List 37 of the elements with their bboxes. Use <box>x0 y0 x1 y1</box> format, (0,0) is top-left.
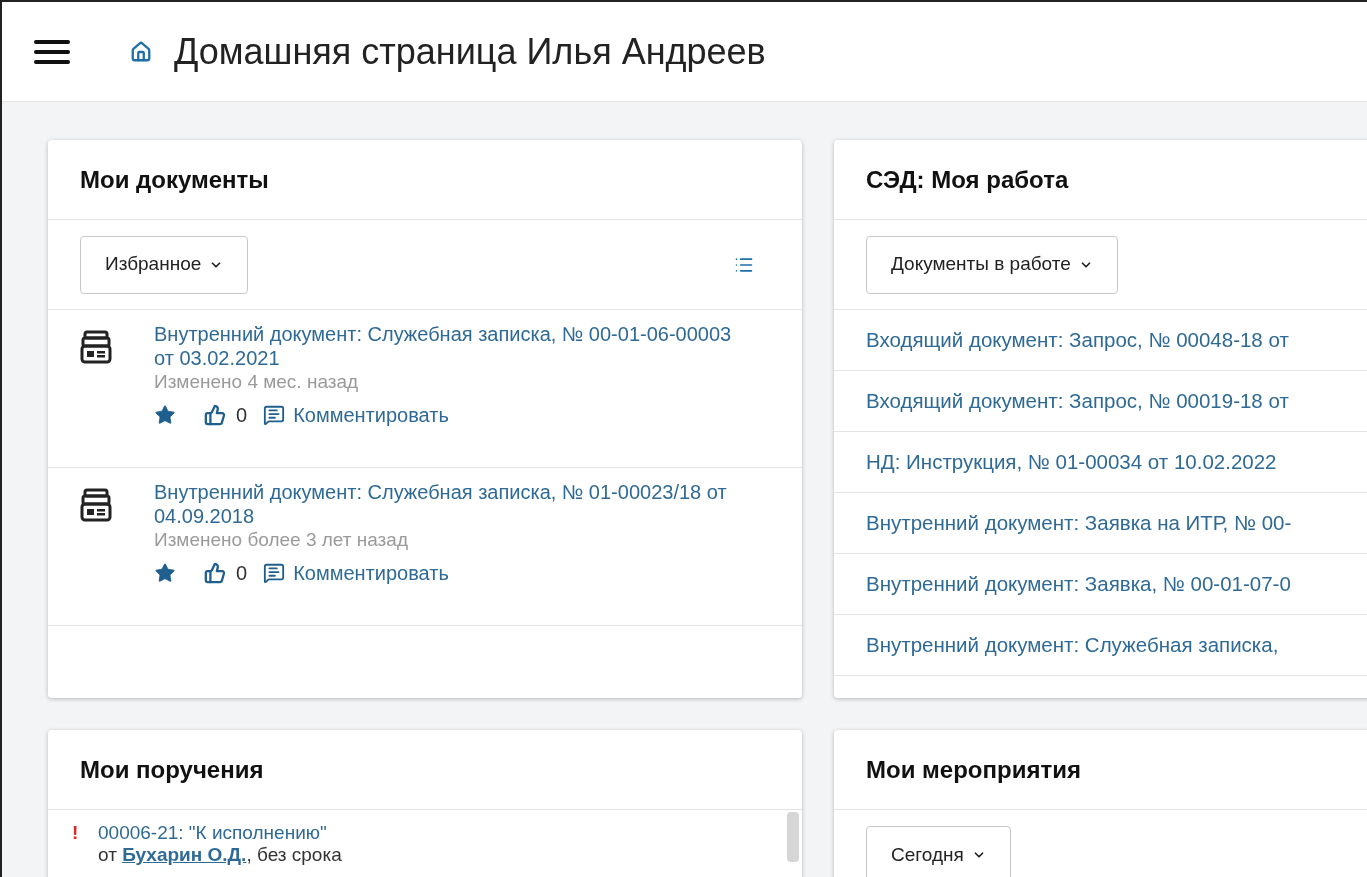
home-icon[interactable] <box>130 40 152 63</box>
document-link[interactable]: Входящий документ: Запрос, № 00048-18 от <box>866 324 1289 356</box>
card-title: Мои мероприятия <box>866 754 1081 785</box>
comment-icon <box>263 404 286 426</box>
menu-icon[interactable] <box>34 39 70 64</box>
card-title: Мои документы <box>80 164 269 195</box>
task-meta: от Бухарин О.Д., без срока <box>98 844 342 866</box>
document-link[interactable]: Внутренний документ: Заявка, № 00-01-07-0 <box>866 568 1291 600</box>
document-link[interactable]: Входящий документ: Запрос, № 00019-18 от <box>866 385 1289 417</box>
like-count: 0 <box>236 403 248 428</box>
document-link[interactable]: Внутренний документ: Заявка на ИТР, № 00- <box>866 507 1292 539</box>
author-link[interactable]: Бухарин О.Д. <box>122 844 247 865</box>
comment-icon <box>263 562 286 584</box>
document-link[interactable]: Внутренний документ: Служебная записка, № 00-01-06-00003 от 03.02.2021 <box>154 322 744 370</box>
like-count: 0 <box>236 561 248 586</box>
document-box-icon <box>80 330 112 364</box>
document-link[interactable]: Внутренний документ: Служебная записка, <box>866 629 1279 661</box>
card-title: Мои поручения <box>80 754 264 785</box>
filter-dropdown[interactable]: Документы в работе <box>866 235 1118 294</box>
modified-date: Изменено более 3 лет назад <box>154 528 409 552</box>
document-box-icon <box>80 488 112 522</box>
like-icon[interactable] <box>204 404 226 426</box>
task-link[interactable]: 00006-21: "К исполнению" <box>98 822 342 844</box>
scrollbar-thumb[interactable] <box>787 812 799 862</box>
page-title: Домашняя страница Илья Андреев <box>174 29 766 74</box>
document-link[interactable]: Внутренний документ: Служебная записка, № 01-00023/18 от 04.09.2018 <box>154 480 744 528</box>
modified-date: Изменено 4 мес. назад <box>154 370 360 394</box>
document-link[interactable]: НД: Инструкция, № 01-00034 от 10.02.2022 <box>866 446 1277 478</box>
like-icon[interactable] <box>204 562 226 584</box>
comment-link[interactable]: Комментировать <box>293 558 449 588</box>
comment-link[interactable]: Комментировать <box>293 400 449 430</box>
card-title: СЭД: Моя работа <box>866 164 1069 195</box>
filter-dropdown[interactable]: Сегодня <box>866 826 1011 877</box>
filter-dropdown[interactable]: Избранное <box>80 235 249 294</box>
star-icon[interactable] <box>154 562 176 584</box>
urgent-mark: ! <box>72 822 80 845</box>
star-icon[interactable] <box>154 404 176 426</box>
